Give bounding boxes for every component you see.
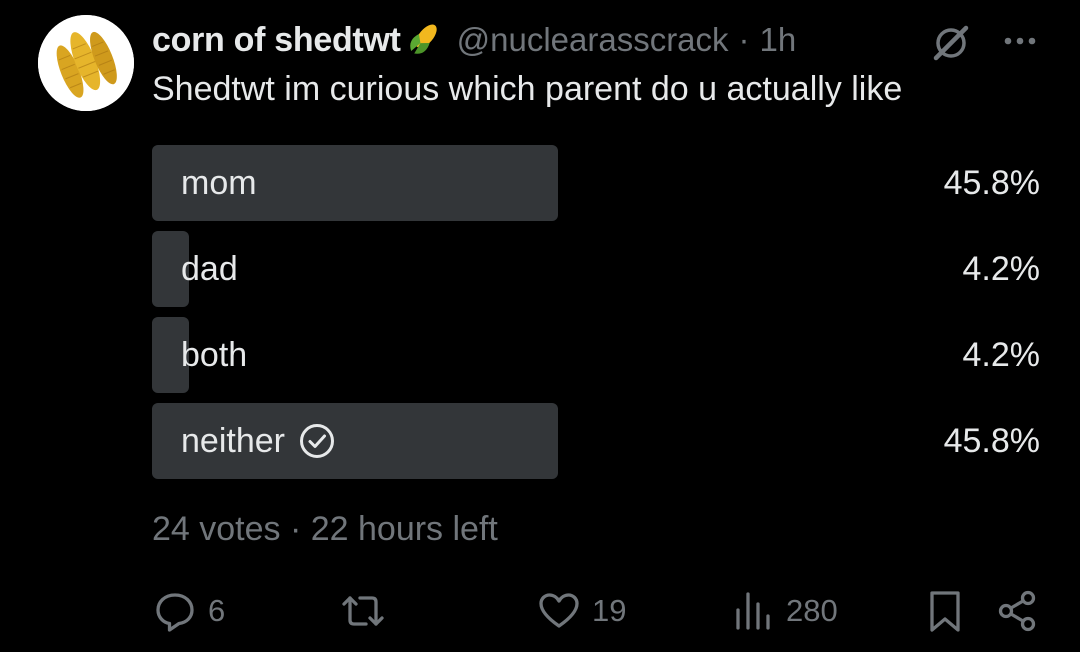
- poll-option[interactable]: neither 45.8%: [152, 403, 1040, 479]
- views-icon: [736, 592, 770, 630]
- poll-option[interactable]: mom 45.8%: [152, 145, 1040, 221]
- like-button[interactable]: 19: [536, 584, 626, 638]
- grok-icon[interactable]: [928, 20, 974, 66]
- bookmark-button[interactable]: [922, 584, 968, 638]
- poll-option-percent: 4.2%: [962, 249, 1041, 288]
- retweet-icon: [342, 596, 384, 626]
- share-icon: [998, 590, 1036, 632]
- poll-meta: 24 votes · 22 hours left: [152, 510, 498, 548]
- corn-avatar: [38, 15, 134, 111]
- separator: ·: [738, 21, 750, 58]
- poll-option[interactable]: dad 4.2%: [152, 231, 1040, 307]
- poll-option-label: both: [181, 335, 248, 374]
- share-button[interactable]: [994, 584, 1040, 638]
- check-circle-icon: [299, 424, 334, 458]
- retweet-button[interactable]: [338, 584, 398, 638]
- more-icon[interactable]: [1000, 26, 1040, 56]
- reply-icon: [156, 593, 194, 632]
- corn-emoji-icon: [403, 20, 443, 60]
- bookmark-icon: [930, 591, 960, 632]
- poll-option[interactable]: both 4.2%: [152, 317, 1040, 393]
- poll-option-label: dad: [181, 249, 238, 288]
- views-button[interactable]: 280: [730, 584, 838, 638]
- reply-count: 6: [208, 593, 226, 628]
- display-name[interactable]: corn of shedtwt: [152, 21, 401, 60]
- like-icon: [539, 593, 579, 628]
- action-bar: 6 19 280: [152, 584, 1040, 638]
- poll-option-label: mom: [181, 163, 257, 202]
- poll: mom 45.8% dad 4.2% both 4.2% neither 45.…: [152, 145, 1040, 489]
- tweet-header: corn of shedtwt @nuclearasscrack · 1h: [152, 18, 796, 62]
- user-handle[interactable]: @nuclearasscrack: [457, 21, 729, 59]
- reply-button[interactable]: 6: [152, 584, 225, 638]
- like-count: 19: [592, 593, 627, 628]
- poll-option-percent: 45.8%: [943, 163, 1040, 202]
- poll-option-percent: 45.8%: [943, 421, 1040, 460]
- view-count: 280: [786, 593, 838, 628]
- avatar[interactable]: [38, 15, 134, 111]
- timestamp[interactable]: 1h: [760, 21, 797, 59]
- tweet-text: Shedtwt im curious which parent do u act…: [152, 70, 903, 108]
- poll-option-label: neither: [181, 421, 285, 460]
- poll-option-percent: 4.2%: [962, 335, 1041, 374]
